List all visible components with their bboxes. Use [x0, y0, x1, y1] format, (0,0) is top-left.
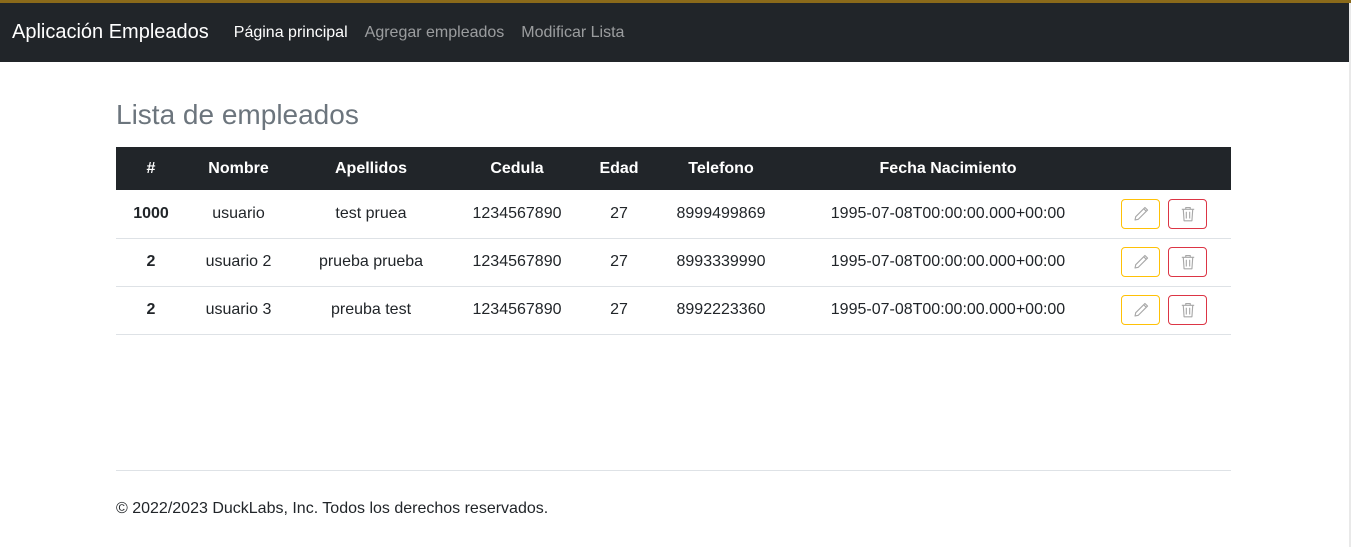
cell-apellidos: test pruea — [335, 204, 407, 222]
cell-cedula: 1234567890 — [472, 253, 562, 270]
cell-apellidos: prueba prueba — [318, 253, 424, 270]
navbar: Aplicación Empleados Página principal Ag… — [0, 3, 1349, 62]
cell-nombre: usuario — [212, 204, 265, 222]
delete-button[interactable] — [1168, 247, 1208, 277]
cell-edad: 27 — [610, 204, 628, 222]
cell-id: 1000 — [133, 204, 169, 222]
cell-id: 2 — [146, 253, 156, 270]
cell-actions — [1109, 286, 1231, 334]
table-row: 2 usuario 3 preuba test 1234567890 27 89… — [116, 286, 1231, 334]
cell-cedula: 1234567890 — [472, 204, 562, 222]
cell-nombre: usuario 2 — [205, 253, 272, 270]
pencil-icon — [1133, 302, 1148, 317]
pencil-icon — [1133, 254, 1148, 269]
table-header-row: # Nombre Apellidos Cedula Edad Telefono … — [116, 147, 1231, 190]
cell-apellidos: preuba test — [330, 301, 412, 318]
edit-button[interactable] — [1121, 198, 1160, 229]
nav-link-home[interactable]: Página principal — [234, 24, 348, 42]
trash-icon — [1181, 255, 1195, 270]
table-row: 2 usuario 2 prueba prueba 1234567890 27 … — [116, 238, 1231, 286]
nav-link-add-employees[interactable]: Agregar empleados — [365, 24, 505, 42]
column-header-actions — [1109, 147, 1231, 190]
column-header-fecha-nacimiento: Fecha Nacimiento — [879, 159, 1017, 177]
column-header-id: # — [146, 159, 156, 177]
trash-icon — [1181, 206, 1195, 222]
cell-telefono: 8999499869 — [676, 204, 766, 222]
table-row: 1000 usuario test pruea 1234567890 27 89… — [116, 190, 1231, 238]
cell-actions — [1109, 190, 1231, 238]
footer-divider — [116, 470, 1231, 471]
cell-cedula: 1234567890 — [472, 301, 562, 318]
cell-telefono: 8992223360 — [676, 301, 766, 318]
cell-edad: 27 — [610, 253, 628, 270]
edit-button[interactable] — [1121, 295, 1160, 325]
column-header-edad: Edad — [599, 159, 639, 177]
column-header-nombre: Nombre — [208, 159, 269, 177]
cell-fecha-nacimiento: 1995-07-08T00:00:00.000+00:00 — [830, 253, 1066, 270]
delete-button[interactable] — [1168, 295, 1208, 325]
footer-copyright: © 2022/2023 DuckLabs, Inc. Todos los der… — [116, 500, 549, 517]
cell-fecha-nacimiento: 1995-07-08T00:00:00.000+00:00 — [830, 301, 1066, 318]
pencil-icon — [1133, 206, 1148, 221]
cell-edad: 27 — [610, 301, 628, 318]
cell-telefono: 8993339990 — [676, 253, 766, 270]
column-header-cedula: Cedula — [490, 159, 544, 177]
cell-actions — [1109, 238, 1231, 286]
delete-button[interactable] — [1168, 198, 1208, 229]
cell-nombre: usuario 3 — [205, 301, 272, 318]
employees-table: # Nombre Apellidos Cedula Edad Telefono … — [116, 147, 1231, 335]
column-header-telefono: Telefono — [688, 159, 754, 177]
nav-link-modify-list[interactable]: Modificar Lista — [521, 24, 624, 42]
trash-icon — [1181, 303, 1195, 318]
edit-button[interactable] — [1121, 247, 1160, 277]
cell-id: 2 — [146, 301, 156, 318]
brand-link[interactable]: Aplicación Empleados — [12, 21, 209, 44]
cell-fecha-nacimiento: 1995-07-08T00:00:00.000+00:00 — [830, 204, 1066, 222]
page-title: Lista de empleados — [116, 99, 359, 130]
column-header-apellidos: Apellidos — [334, 159, 407, 177]
